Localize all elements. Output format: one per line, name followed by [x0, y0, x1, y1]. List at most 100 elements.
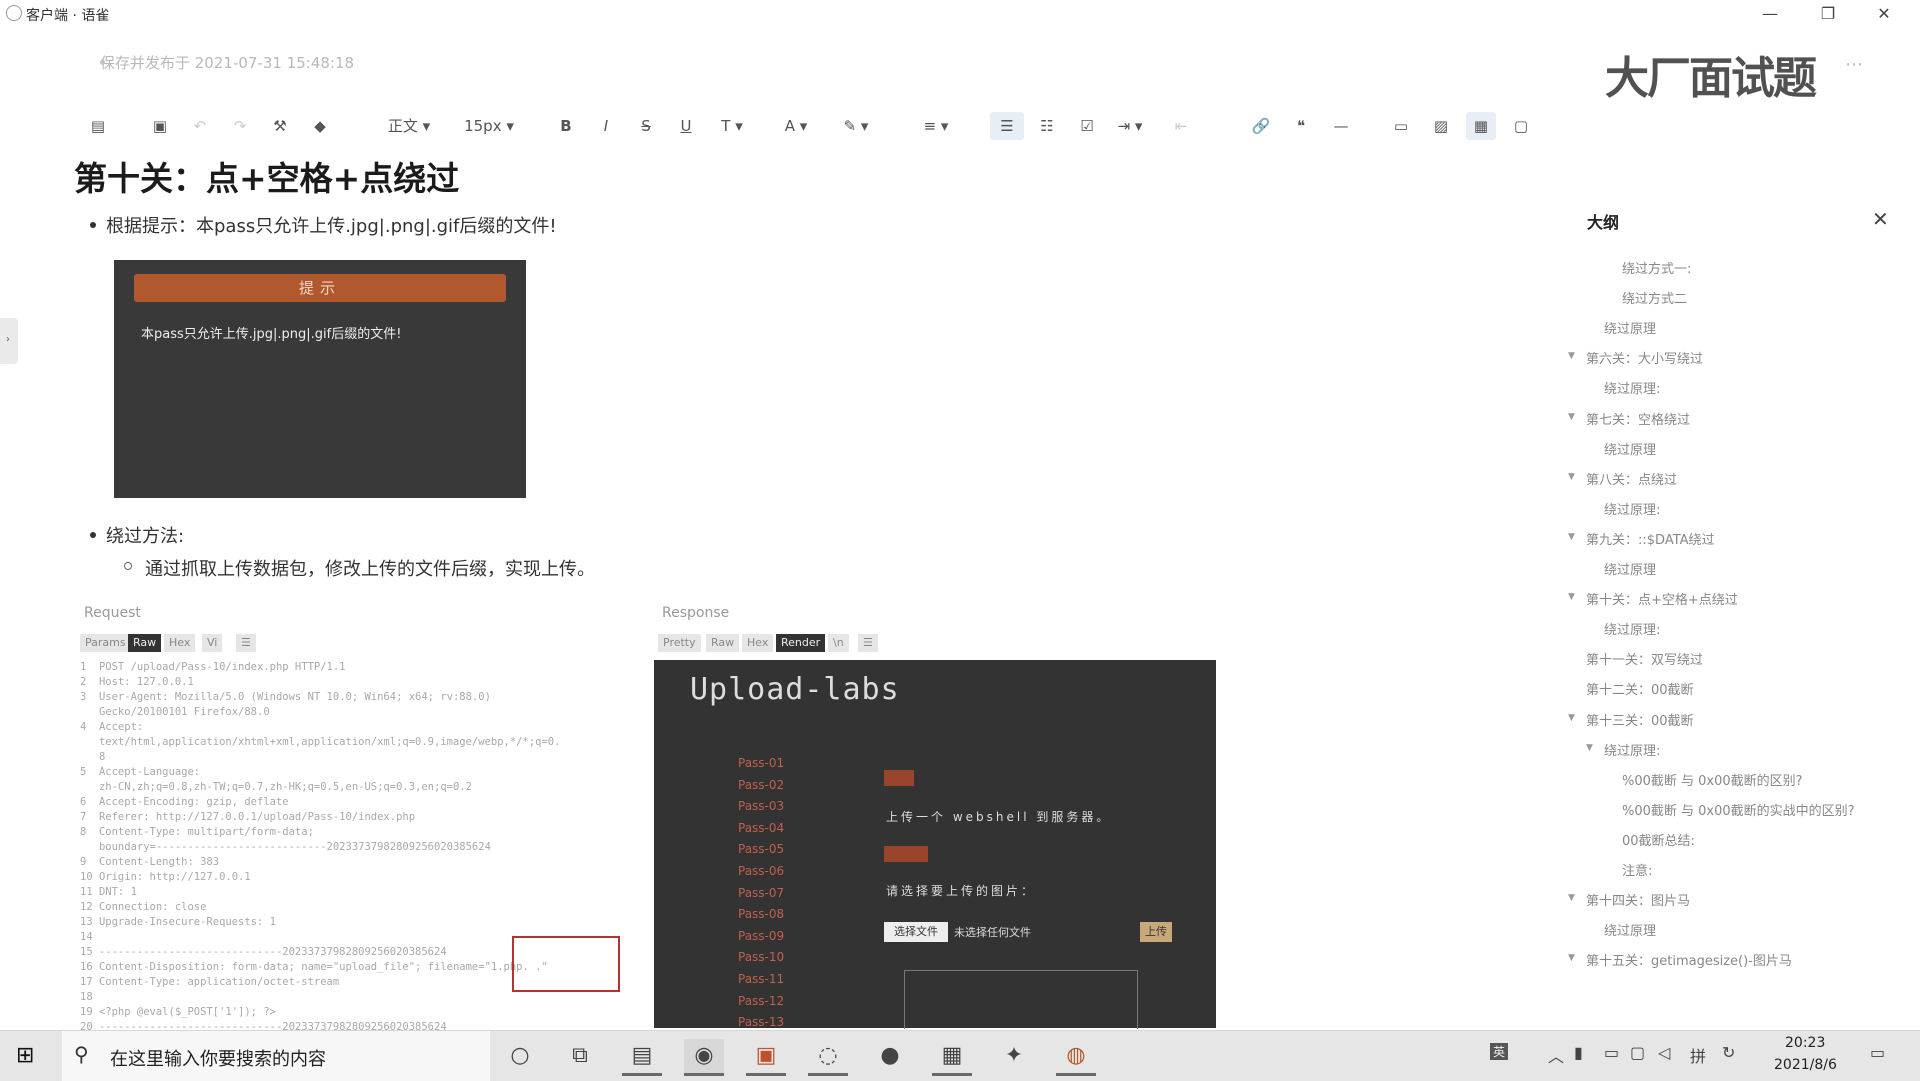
pass-link: Pass-06 [738, 864, 785, 878]
card-icon[interactable]: ▢ [1508, 112, 1534, 140]
volume-icon[interactable]: ◁ [1658, 1043, 1670, 1062]
outline-collapse-icon[interactable]: ▼ [1568, 592, 1575, 602]
outline-item[interactable]: %00截断 与 0x00截断的区别? [1622, 770, 1803, 789]
outline-item[interactable]: 绕过原理 [1604, 559, 1656, 578]
text-style-dropdown-icon[interactable]: T ▾ [712, 112, 752, 140]
outline-collapse-icon[interactable]: ▼ [1568, 412, 1575, 422]
bullet-list-icon[interactable]: ☰ [990, 112, 1024, 140]
outline-item[interactable]: 第十五关：getimagesize()-图片马 [1586, 950, 1792, 969]
outline-item[interactable]: 第六关：大小写绕过 [1586, 348, 1703, 367]
underline-button[interactable]: U [674, 112, 698, 140]
undo-icon[interactable]: ↶ [188, 112, 212, 140]
ordered-list-icon[interactable]: ☷ [1034, 112, 1060, 140]
notification-icon[interactable]: ▭ [1870, 1043, 1885, 1062]
notepad-icon[interactable]: ▦ [932, 1039, 972, 1076]
display-icon[interactable]: ▢ [1630, 1043, 1645, 1062]
outline-item[interactable]: 绕过原理: [1604, 378, 1660, 397]
taskbar-search[interactable]: ⚲ 在这里输入你要搜索的内容 [62, 1031, 490, 1081]
request-code-line: 19 <?php @eval($_POST['1']); ?> [80, 1006, 276, 1018]
outline-item[interactable]: 绕过原理: [1604, 619, 1660, 638]
outline-item[interactable]: 绕过原理 [1604, 318, 1656, 337]
outline-collapse-icon[interactable]: ▼ [1568, 893, 1575, 903]
indent-icon[interactable]: ⇥ ▾ [1110, 112, 1150, 140]
ime-icon[interactable]: 拼 [1690, 1043, 1706, 1067]
microphone-icon[interactable]: ▮ [1574, 1043, 1583, 1062]
italic-button[interactable]: I [594, 112, 618, 140]
obs-icon[interactable]: ● [870, 1039, 910, 1073]
outline-item[interactable]: %00截断 与 0x00截断的实战中的区别? [1622, 800, 1855, 819]
minimize-button[interactable]: — [1752, 2, 1788, 26]
link-icon[interactable]: 🔗 [1248, 112, 1274, 140]
strikethrough-button[interactable]: S [634, 112, 658, 140]
outline-collapse-icon[interactable]: ▼ [1568, 713, 1575, 723]
task-list-icon[interactable]: ☑ [1074, 112, 1100, 140]
outline-item[interactable]: 注意: [1622, 860, 1652, 879]
divider-icon[interactable]: — [1328, 112, 1354, 140]
outline-item[interactable]: 第十四关：图片马 [1586, 890, 1690, 909]
more-icon[interactable]: ⋯ [1845, 54, 1863, 75]
outline-collapse-icon[interactable]: ▼ [1586, 743, 1593, 753]
outline-item[interactable]: 第九关：::$DATA绕过 [1586, 529, 1715, 548]
maximize-button[interactable]: ❐ [1810, 2, 1846, 26]
table-icon[interactable]: ▦ [1466, 112, 1496, 140]
outline-item[interactable]: 绕过原理 [1604, 439, 1656, 458]
redo-icon[interactable]: ↷ [228, 112, 252, 140]
network-icon[interactable]: ▭ [1604, 1043, 1619, 1062]
highlight-icon[interactable]: ✎ ▾ [836, 112, 876, 140]
format-painter-icon[interactable]: ⚒ [268, 112, 292, 140]
request-code-line: 10 Origin: http://127.0.0.1 [80, 871, 251, 883]
outline-item[interactable]: 绕过原理 [1604, 920, 1656, 939]
request-tab: Vi [202, 634, 223, 652]
outline-close-icon[interactable]: ✕ [1872, 207, 1889, 231]
close-button[interactable]: ✕ [1866, 2, 1902, 26]
outdent-icon[interactable]: ⇤ [1168, 112, 1194, 140]
firefox-icon[interactable]: ◍ [1056, 1039, 1096, 1076]
outline-item[interactable]: 第十一关：双写绕过 [1586, 649, 1703, 668]
outline-item[interactable]: 第十二关：00截断 [1586, 679, 1694, 698]
request-code-line: 1 POST /upload/Pass-10/index.php HTTP/1.… [80, 661, 346, 673]
task-view-icon[interactable]: ⧉ [560, 1039, 600, 1073]
powerpoint-icon[interactable]: ▣ [746, 1039, 786, 1076]
sidebar-toggle[interactable]: › [0, 318, 18, 364]
request-code-line: 9 Content-Length: 383 [80, 856, 220, 868]
clock-time[interactable]: 20:23 [1785, 1035, 1825, 1051]
bold-button[interactable]: B [554, 112, 578, 140]
save-icon[interactable]: ▣ [148, 112, 172, 140]
outline-item[interactable]: 00截断总结: [1622, 830, 1695, 849]
upload-button: 上传 [1140, 922, 1172, 942]
app-icon[interactable]: ✦ [994, 1039, 1034, 1073]
outline-item[interactable]: 第十关：点+空格+点绕过 [1586, 589, 1738, 608]
hint-bar: 提示 [134, 274, 506, 302]
outline-item[interactable]: 绕过原理: [1604, 499, 1660, 518]
request-label: Request [84, 605, 141, 621]
font-size-select[interactable]: 15px ▾ [460, 112, 518, 140]
outline-collapse-icon[interactable]: ▼ [1568, 351, 1575, 361]
image-icon[interactable]: ▨ [1428, 112, 1454, 140]
clear-format-icon[interactable]: ◆ [308, 112, 332, 140]
quote-icon[interactable]: ❝ [1288, 112, 1314, 140]
paragraph-style-select[interactable]: 正文 ▾ [380, 112, 438, 140]
doc-icon[interactable]: ▤ [86, 112, 110, 140]
outline-collapse-icon[interactable]: ▼ [1568, 472, 1575, 482]
file-explorer-icon[interactable]: ▤ [622, 1039, 662, 1076]
outline-item[interactable]: 绕过方式一: [1622, 258, 1691, 277]
tray-chevron-up-icon[interactable]: ︿ [1548, 1043, 1564, 1067]
cortana-icon[interactable]: ○ [500, 1039, 540, 1073]
yuque-app-icon[interactable]: ◉ [684, 1039, 724, 1076]
browser-icon[interactable]: ◌ [808, 1039, 848, 1076]
align-icon[interactable]: ≡ ▾ [916, 112, 956, 140]
outline-item[interactable]: 第八关：点绕过 [1586, 469, 1677, 488]
windows-start-icon[interactable]: ⊞ [16, 1043, 34, 1068]
outline-item[interactable]: 第十三关：00截断 [1586, 710, 1694, 729]
clock-date[interactable]: 2021/8/6 [1774, 1057, 1837, 1073]
outline-collapse-icon[interactable]: ▼ [1568, 953, 1575, 963]
sync-icon[interactable]: ↻ [1722, 1043, 1735, 1062]
font-color-icon[interactable]: A ▾ [776, 112, 816, 140]
attachment-icon[interactable]: ▭ [1388, 112, 1414, 140]
response-tab: Hex [742, 634, 774, 652]
outline-item[interactable]: 第七关：空格绕过 [1586, 409, 1690, 428]
outline-item[interactable]: 绕过原理: [1604, 740, 1660, 759]
outline-item[interactable]: 绕过方式二 [1622, 288, 1687, 307]
outline-collapse-icon[interactable]: ▼ [1568, 532, 1575, 542]
input-method-icon[interactable]: 英 [1490, 1043, 1509, 1060]
